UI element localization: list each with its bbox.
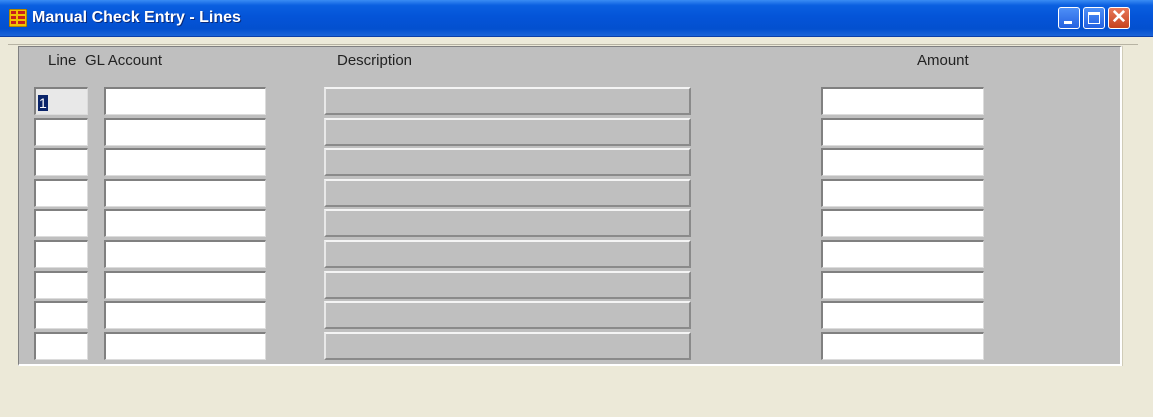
description-field[interactable] — [324, 240, 691, 268]
description-field[interactable] — [324, 271, 691, 299]
amount-field[interactable] — [821, 240, 984, 268]
description-field[interactable] — [324, 87, 691, 115]
gl-account-field[interactable] — [104, 87, 266, 115]
window-title: Manual Check Entry - Lines — [32, 9, 241, 26]
gl-account-field[interactable] — [104, 118, 266, 146]
line-number-field[interactable] — [34, 271, 88, 299]
title-bar[interactable]: Manual Check Entry - Lines ✕ — [0, 0, 1153, 37]
maximize-button[interactable] — [1083, 7, 1105, 29]
amount-field[interactable] — [821, 179, 984, 207]
line-number-field[interactable] — [34, 301, 88, 329]
description-field[interactable] — [324, 209, 691, 237]
maximize-icon — [1088, 12, 1100, 24]
gl-account-field[interactable] — [104, 332, 266, 360]
selected-text: 1 — [38, 95, 48, 112]
minimize-button[interactable] — [1058, 7, 1080, 29]
gl-account-field[interactable] — [104, 209, 266, 237]
gl-account-field[interactable] — [104, 240, 266, 268]
line-number-field[interactable] — [34, 209, 88, 237]
line-number-field[interactable] — [34, 179, 88, 207]
gl-account-field[interactable] — [104, 179, 266, 207]
panel-right-edge — [1122, 46, 1130, 366]
gl-account-field[interactable] — [104, 148, 266, 176]
line-number-field[interactable] — [34, 332, 88, 360]
close-button[interactable]: ✕ — [1108, 7, 1130, 29]
description-field[interactable] — [324, 148, 691, 176]
column-header-amount: Amount — [917, 52, 969, 69]
column-header-line: Line — [48, 52, 77, 69]
line-number-field[interactable] — [34, 240, 88, 268]
description-field[interactable] — [324, 179, 691, 207]
gl-account-field[interactable] — [104, 271, 266, 299]
amount-field[interactable] — [821, 271, 984, 299]
line-number-field[interactable]: 1 — [34, 87, 88, 115]
line-number-field[interactable] — [34, 148, 88, 176]
amount-field[interactable] — [821, 148, 984, 176]
description-field[interactable] — [324, 301, 691, 329]
form-grid-icon — [9, 9, 27, 27]
column-header-description: Description — [337, 52, 413, 69]
manual-check-entry-window: Manual Check Entry - Lines ✕ Line GL Acc… — [0, 0, 1153, 417]
close-icon: ✕ — [1111, 7, 1127, 28]
amount-field[interactable] — [821, 332, 984, 360]
amount-field[interactable] — [821, 209, 984, 237]
gl-account-field[interactable] — [104, 301, 266, 329]
minimize-icon — [1064, 21, 1072, 24]
amount-field[interactable] — [821, 301, 984, 329]
column-header-gl-account: GL Account — [85, 52, 162, 69]
line-number-field[interactable] — [34, 118, 88, 146]
amount-field[interactable] — [821, 118, 984, 146]
description-field[interactable] — [324, 118, 691, 146]
description-field[interactable] — [324, 332, 691, 360]
amount-field[interactable] — [821, 87, 984, 115]
